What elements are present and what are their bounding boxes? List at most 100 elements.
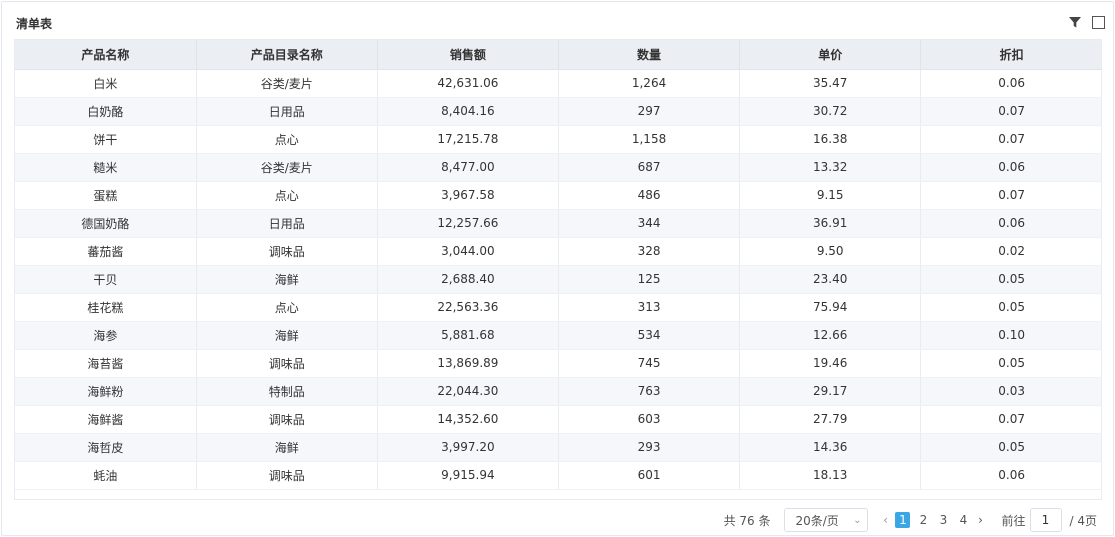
chevron-down-icon: ⌄ bbox=[853, 514, 862, 526]
cell-sales: 22,563.36 bbox=[377, 293, 559, 322]
cell-quantity: 297 bbox=[558, 97, 741, 126]
cell-sales: 9,915.94 bbox=[377, 461, 559, 490]
table-row[interactable]: 蕃茄酱 调味品 3,044.00 328 9.50 0.02 bbox=[15, 237, 1101, 266]
table-row[interactable]: 德国奶酪 日用品 12,257.66 344 36.91 0.06 bbox=[15, 209, 1101, 238]
page-size-value: 20条/页 bbox=[795, 513, 839, 528]
maximize-icon[interactable] bbox=[1092, 15, 1105, 29]
filter-icon[interactable] bbox=[1068, 15, 1082, 29]
cell-category: 调味品 bbox=[196, 237, 378, 266]
cell-quantity: 534 bbox=[558, 321, 741, 350]
page-2[interactable]: 2 bbox=[913, 512, 933, 528]
cell-sales: 14,352.60 bbox=[377, 405, 559, 434]
widget-toolbar bbox=[1068, 15, 1105, 29]
goto-page-input[interactable] bbox=[1029, 508, 1062, 532]
cell-category: 海鲜 bbox=[196, 265, 378, 294]
cell-discount: 0.06 bbox=[920, 153, 1101, 182]
cell-unit-price: 36.91 bbox=[739, 209, 922, 238]
cell-product-name: 桂花糕 bbox=[15, 293, 197, 322]
column-header-discount[interactable]: 折扣 bbox=[920, 40, 1101, 70]
total-pages: / 4页 bbox=[1069, 513, 1098, 528]
cell-category: 调味品 bbox=[196, 461, 378, 490]
page-1[interactable]: 1 bbox=[895, 512, 911, 528]
page-4[interactable]: 4 bbox=[953, 512, 973, 528]
table-row[interactable]: 干贝 海鲜 2,688.40 125 23.40 0.05 bbox=[15, 265, 1101, 294]
cell-sales: 13,869.89 bbox=[377, 349, 559, 378]
cell-product-name: 海哲皮 bbox=[15, 433, 197, 462]
cell-product-name: 德国奶酪 bbox=[15, 209, 197, 238]
cell-category: 点心 bbox=[196, 293, 378, 322]
cell-discount: 0.07 bbox=[920, 181, 1101, 210]
widget-title: 清单表 bbox=[16, 17, 53, 31]
cell-sales: 2,688.40 bbox=[377, 265, 559, 294]
cell-discount: 0.06 bbox=[920, 209, 1101, 238]
cell-quantity: 603 bbox=[558, 405, 741, 434]
cell-quantity: 1,264 bbox=[558, 69, 741, 98]
goto-label: 前往 bbox=[1001, 513, 1026, 528]
cell-discount: 0.07 bbox=[920, 97, 1101, 126]
table-header-row: 产品名称 产品目录名称 销售额 数量 单价 折扣 bbox=[15, 40, 1101, 70]
table-container[interactable]: 产品名称 产品目录名称 销售额 数量 单价 折扣 白米 谷类/麦片 42,631.0… bbox=[14, 39, 1102, 500]
table-row[interactable]: 白米 谷类/麦片 42,631.06 1,264 35.47 0.06 bbox=[15, 69, 1101, 98]
table-row[interactable]: 海哲皮 海鲜 3,997.20 293 14.36 0.05 bbox=[15, 433, 1101, 462]
cell-unit-price: 23.40 bbox=[739, 265, 922, 294]
table-row[interactable]: 蛋糕 点心 3,967.58 486 9.15 0.07 bbox=[15, 181, 1101, 210]
cell-discount: 0.07 bbox=[920, 125, 1101, 154]
cell-quantity: 486 bbox=[558, 181, 741, 210]
table-row[interactable]: 糙米 谷类/麦片 8,477.00 687 13.32 0.06 bbox=[15, 153, 1101, 182]
cell-sales: 12,257.66 bbox=[377, 209, 559, 238]
column-header-sales[interactable]: 销售额 bbox=[377, 40, 559, 70]
cell-quantity: 763 bbox=[558, 377, 741, 406]
column-header-quantity[interactable]: 数量 bbox=[558, 40, 741, 70]
cell-quantity: 125 bbox=[558, 265, 741, 294]
table-row[interactable]: 饼干 点心 17,215.78 1,158 16.38 0.07 bbox=[15, 125, 1101, 154]
cell-category: 谷类/麦片 bbox=[196, 69, 378, 98]
column-header-unit-price[interactable]: 单价 bbox=[739, 40, 922, 70]
total-count: 共 76 条 bbox=[723, 513, 771, 528]
table-row[interactable]: 海鲜粉 特制品 22,044.30 763 29.17 0.03 bbox=[15, 377, 1101, 406]
page-size-select[interactable]: 20条/页 ⌄ bbox=[784, 508, 869, 532]
cell-product-name: 海参 bbox=[15, 321, 197, 350]
cell-quantity: 313 bbox=[558, 293, 741, 322]
cell-unit-price: 18.13 bbox=[739, 461, 922, 490]
cell-unit-price: 75.94 bbox=[739, 293, 922, 322]
column-header-product-name[interactable]: 产品名称 bbox=[15, 40, 197, 70]
cell-product-name: 糙米 bbox=[15, 153, 197, 182]
page-3[interactable]: 3 bbox=[933, 512, 953, 528]
cell-unit-price: 12.66 bbox=[739, 321, 922, 350]
cell-product-name: 海鲜粉 bbox=[15, 377, 197, 406]
cell-category: 点心 bbox=[196, 125, 378, 154]
cell-product-name: 海鲜酱 bbox=[15, 405, 197, 434]
cell-category: 特制品 bbox=[196, 377, 378, 406]
table-row[interactable]: 桂花糕 点心 22,563.36 313 75.94 0.05 bbox=[15, 293, 1101, 322]
cell-quantity: 687 bbox=[558, 153, 741, 182]
cell-unit-price: 27.79 bbox=[739, 405, 922, 434]
prev-page-icon[interactable]: ‹ bbox=[878, 513, 892, 527]
cell-sales: 17,215.78 bbox=[377, 125, 559, 154]
cell-product-name: 蛋糕 bbox=[15, 181, 197, 210]
cell-unit-price: 16.38 bbox=[739, 125, 922, 154]
data-table: 产品名称 产品目录名称 销售额 数量 单价 折扣 白米 谷类/麦片 42,631.0… bbox=[15, 40, 1101, 490]
cell-quantity: 1,158 bbox=[558, 125, 741, 154]
next-page-icon[interactable]: › bbox=[973, 513, 987, 527]
table-row[interactable]: 海鲜酱 调味品 14,352.60 603 27.79 0.07 bbox=[15, 405, 1101, 434]
cell-discount: 0.05 bbox=[920, 349, 1101, 378]
table-row[interactable]: 海参 海鲜 5,881.68 534 12.66 0.10 bbox=[15, 321, 1101, 350]
cell-discount: 0.10 bbox=[920, 321, 1101, 350]
cell-product-name: 蚝油 bbox=[15, 461, 197, 490]
cell-category: 调味品 bbox=[196, 349, 378, 378]
table-row[interactable]: 海苔酱 调味品 13,869.89 745 19.46 0.05 bbox=[15, 349, 1101, 378]
cell-unit-price: 29.17 bbox=[739, 377, 922, 406]
cell-category: 谷类/麦片 bbox=[196, 153, 378, 182]
cell-category: 调味品 bbox=[196, 405, 378, 434]
table-row[interactable]: 蚝油 调味品 9,915.94 601 18.13 0.06 bbox=[15, 461, 1101, 490]
cell-sales: 5,881.68 bbox=[377, 321, 559, 350]
column-header-category[interactable]: 产品目录名称 bbox=[196, 40, 378, 70]
table-row[interactable]: 白奶酪 日用品 8,404.16 297 30.72 0.07 bbox=[15, 97, 1101, 126]
cell-quantity: 745 bbox=[558, 349, 741, 378]
cell-category: 点心 bbox=[196, 181, 378, 210]
cell-discount: 0.02 bbox=[920, 237, 1101, 266]
cell-discount: 0.05 bbox=[920, 293, 1101, 322]
cell-quantity: 328 bbox=[558, 237, 741, 266]
cell-sales: 22,044.30 bbox=[377, 377, 559, 406]
cell-product-name: 饼干 bbox=[15, 125, 197, 154]
